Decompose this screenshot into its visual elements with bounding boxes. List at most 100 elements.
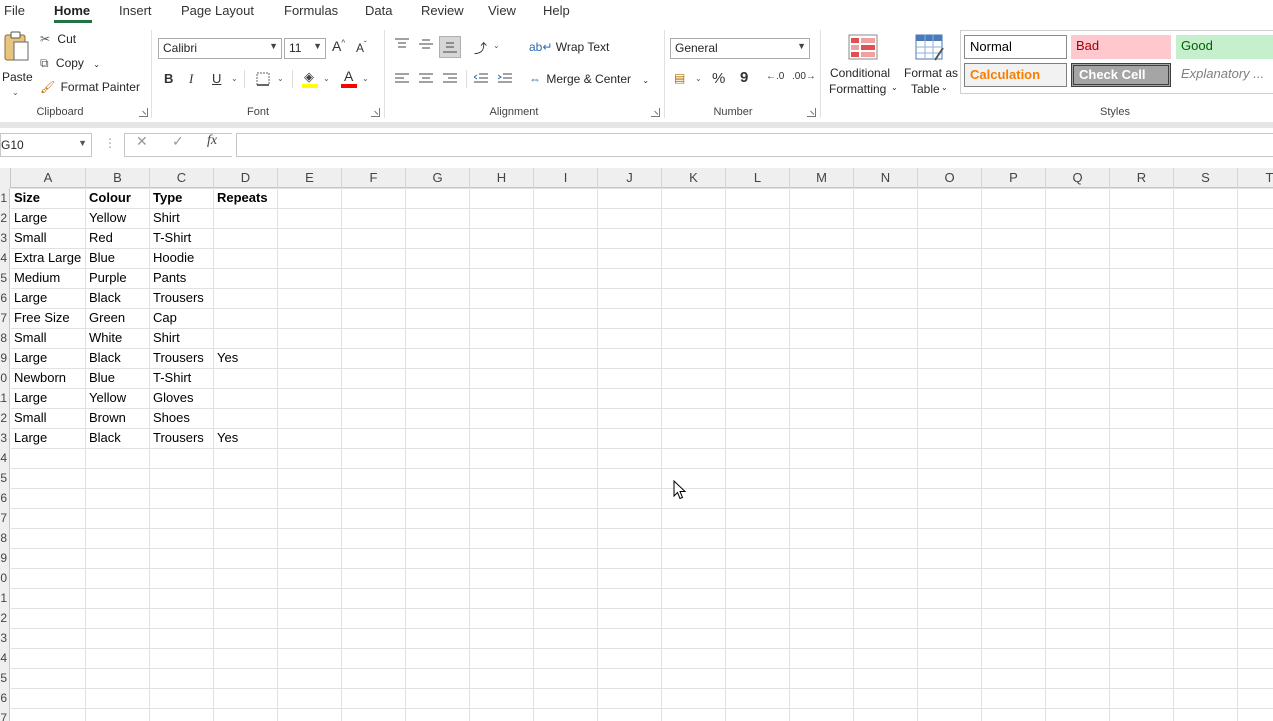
table-cell[interactable]: Yellow xyxy=(86,208,126,228)
header-cell[interactable]: Repeats xyxy=(214,188,268,208)
chevron-down-icon[interactable]: ⌄ xyxy=(231,74,238,83)
table-cell[interactable]: Cap xyxy=(150,308,177,328)
decrease-font-size-icon[interactable]: Aˇ xyxy=(356,40,367,55)
row-header-6[interactable]: 6 xyxy=(0,288,7,308)
row-header-17[interactable]: 17 xyxy=(0,508,7,528)
middle-align-icon[interactable] xyxy=(419,38,433,50)
tab-file[interactable]: File xyxy=(4,3,25,18)
borders-icon[interactable] xyxy=(256,72,270,86)
table-cell[interactable]: White xyxy=(86,328,122,348)
row-header-2[interactable]: 2 xyxy=(0,208,7,228)
column-header-m[interactable]: M xyxy=(790,168,854,188)
font-color-button[interactable]: A xyxy=(341,68,357,88)
table-cell[interactable]: Hoodie xyxy=(150,248,194,268)
decrease-decimal-icon[interactable]: .00→ xyxy=(792,71,816,82)
column-header-p[interactable]: P xyxy=(982,168,1046,188)
row-header-21[interactable]: 21 xyxy=(0,588,7,608)
table-cell[interactable]: Medium xyxy=(11,268,60,288)
table-cell[interactable]: Blue xyxy=(86,368,115,388)
header-cell[interactable]: Colour xyxy=(86,188,131,208)
fill-color-button[interactable]: ◈ xyxy=(302,69,318,88)
chevron-down-icon[interactable]: ⌄ xyxy=(493,41,500,50)
copy-button[interactable]: ⧉ Copy ⌄ xyxy=(40,56,100,71)
chevron-down-icon[interactable]: ⌄ xyxy=(362,74,369,83)
table-cell[interactable]: Blue xyxy=(86,248,115,268)
table-cell[interactable]: T-Shirt xyxy=(150,368,191,388)
row-header-3[interactable]: 3 xyxy=(0,228,7,248)
row-header-8[interactable]: 8 xyxy=(0,328,7,348)
style-check-cell[interactable]: Check Cell xyxy=(1071,63,1171,87)
number-format-dropdown[interactable]: General ▼ xyxy=(670,38,810,59)
increase-font-size-icon[interactable]: A^ xyxy=(332,38,345,54)
row-header-4[interactable]: 4 xyxy=(0,248,7,268)
formula-input[interactable] xyxy=(236,133,1273,157)
table-cell[interactable]: Purple xyxy=(86,268,127,288)
column-header-s[interactable]: S xyxy=(1174,168,1238,188)
table-cell[interactable]: Large xyxy=(11,428,47,448)
comma-style-button[interactable]: 9 xyxy=(740,69,748,86)
table-cell[interactable]: Large xyxy=(11,388,47,408)
wrap-text-button[interactable]: ab↵ Wrap Text xyxy=(529,40,609,54)
table-cell[interactable]: Small xyxy=(11,228,47,248)
select-all-corner[interactable] xyxy=(0,168,11,188)
top-align-icon[interactable] xyxy=(395,38,409,50)
table-cell[interactable]: Yellow xyxy=(86,388,126,408)
column-header-f[interactable]: F xyxy=(342,168,406,188)
align-left-icon[interactable] xyxy=(395,73,409,85)
tab-view[interactable]: View xyxy=(488,3,516,18)
table-cell[interactable]: Shirt xyxy=(150,208,180,228)
tab-formulas[interactable]: Formulas xyxy=(284,3,338,18)
table-cell[interactable]: Large xyxy=(11,348,47,368)
row-header-11[interactable]: 11 xyxy=(0,388,7,408)
table-cell[interactable]: Black xyxy=(86,428,121,448)
tab-review[interactable]: Review xyxy=(421,3,464,18)
number-launcher-icon[interactable] xyxy=(807,108,816,117)
style-bad[interactable]: Bad xyxy=(1071,35,1171,59)
italic-button[interactable]: I xyxy=(189,71,193,87)
column-header-e[interactable]: E xyxy=(278,168,342,188)
font-size-dropdown[interactable]: 11 ▼ xyxy=(284,38,326,59)
row-header-20[interactable]: 20 xyxy=(0,568,7,588)
table-cell[interactable]: Shoes xyxy=(150,408,190,428)
chevron-down-icon[interactable]: ⌄ xyxy=(323,74,330,83)
align-right-icon[interactable] xyxy=(443,73,457,85)
tab-help[interactable]: Help xyxy=(543,3,570,18)
clipboard-launcher-icon[interactable] xyxy=(139,108,148,117)
column-header-c[interactable]: C xyxy=(150,168,214,188)
header-cell[interactable]: Type xyxy=(150,188,182,208)
row-header-18[interactable]: 18 xyxy=(0,528,7,548)
table-cell[interactable]: Red xyxy=(86,228,113,248)
table-cell[interactable]: Free Size xyxy=(11,308,70,328)
row-header-9[interactable]: 9 xyxy=(0,348,7,368)
row-header-19[interactable]: 19 xyxy=(0,548,7,568)
row-header-24[interactable]: 24 xyxy=(0,648,7,668)
chevron-down-icon[interactable]: ⌄ xyxy=(277,74,284,83)
table-cell[interactable]: Extra Large xyxy=(11,248,81,268)
column-header-q[interactable]: Q xyxy=(1046,168,1110,188)
merge-center-button[interactable]: ⇔ Merge & Center ⌄ xyxy=(529,72,649,86)
enter-icon[interactable]: ✓ xyxy=(172,133,184,157)
row-header-25[interactable]: 25 xyxy=(0,668,7,688)
table-cell[interactable]: Pants xyxy=(150,268,186,288)
row-header-22[interactable]: 22 xyxy=(0,608,7,628)
column-header-d[interactable]: D xyxy=(214,168,278,188)
row-header-10[interactable]: 10 xyxy=(0,368,7,388)
row-header-7[interactable]: 7 xyxy=(0,308,7,328)
chevron-down-icon[interactable]: ⌄ xyxy=(695,74,702,83)
formula-bar-resize-handle[interactable]: ⋮ xyxy=(104,136,116,150)
table-cell[interactable]: Trousers xyxy=(150,348,204,368)
row-header-16[interactable]: 16 xyxy=(0,488,7,508)
style-normal[interactable]: Normal xyxy=(964,35,1067,59)
header-cell[interactable]: Size xyxy=(11,188,40,208)
row-header-12[interactable]: 12 xyxy=(0,408,7,428)
row-header-13[interactable]: 13 xyxy=(0,428,7,448)
table-cell[interactable]: Small xyxy=(11,408,47,428)
column-header-i[interactable]: I xyxy=(534,168,598,188)
increase-decimal-icon[interactable]: ←.0 xyxy=(766,71,784,82)
align-center-icon[interactable] xyxy=(419,73,433,85)
row-header-27[interactable]: 27 xyxy=(0,708,7,721)
conditional-formatting-button[interactable]: Conditional Formatting ⌄ xyxy=(828,32,898,102)
row-header-5[interactable]: 5 xyxy=(0,268,7,288)
table-cell[interactable]: Yes xyxy=(214,348,238,368)
paste-button[interactable]: Paste ⌄ xyxy=(2,30,33,97)
